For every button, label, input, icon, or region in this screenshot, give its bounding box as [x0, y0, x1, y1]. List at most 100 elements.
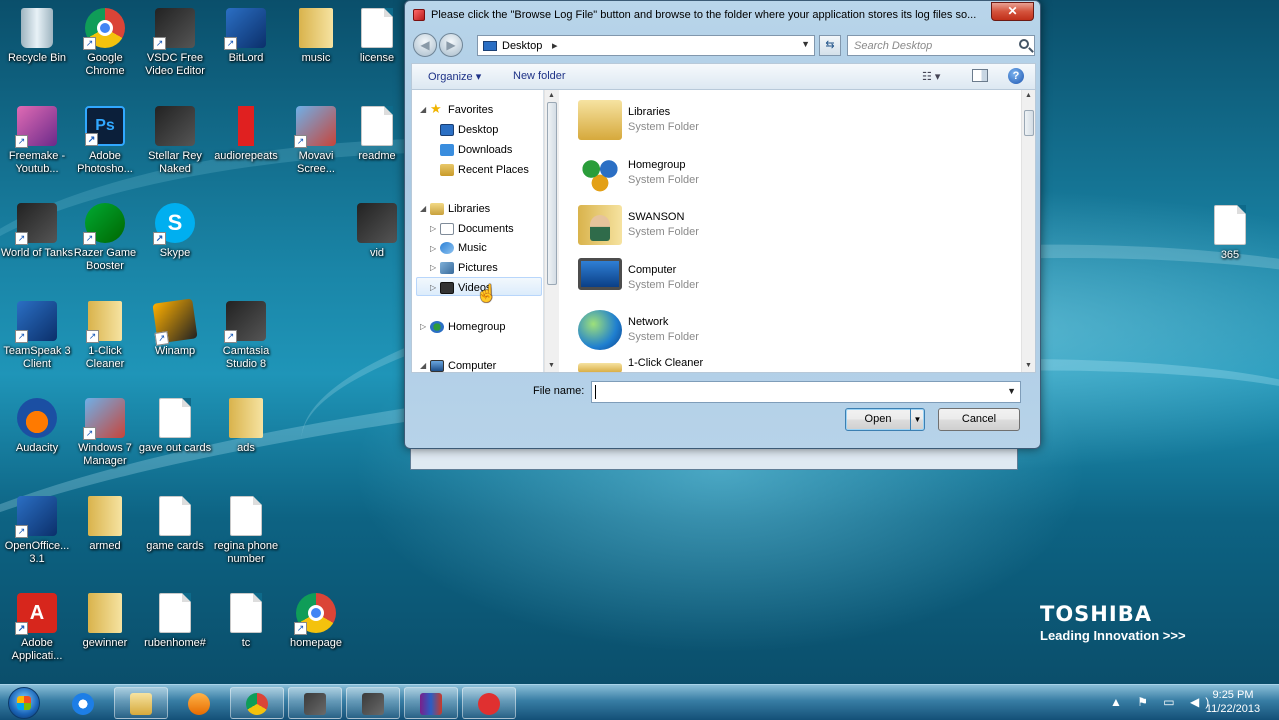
taskbar-app-explorer[interactable]	[114, 687, 168, 719]
search-input[interactable]: Search Desktop	[847, 35, 1035, 56]
movavi-icon	[294, 106, 336, 148]
desktop-icon-rubenhome[interactable]: rubenhome#	[138, 593, 212, 650]
system-tray[interactable]: ▲ ⚑ ▭ ◀)	[1110, 695, 1215, 709]
taskbar-app-chrome[interactable]	[230, 687, 284, 719]
desktop-icon-music[interactable]: music	[279, 8, 353, 65]
tree-item-desktop[interactable]: Desktop	[458, 124, 498, 136]
start-button[interactable]	[8, 687, 40, 719]
chevron-down-icon[interactable]: ▼	[801, 39, 810, 49]
desktop-icon-license[interactable]: license	[349, 8, 405, 65]
taskbar-app-camtasia[interactable]	[288, 687, 342, 719]
desktop-icon-razer[interactable]: Razer Game Booster	[68, 203, 142, 273]
scroll-thumb[interactable]	[1024, 110, 1034, 136]
taskbar-app-media-player[interactable]	[172, 687, 226, 719]
desktop-icon-adobe-application[interactable]: AAdobe Applicati...	[0, 593, 74, 663]
clock[interactable]: 9:25 PM 11/22/2013	[1203, 688, 1263, 716]
desktop-icon-vid[interactable]: vid	[349, 203, 405, 260]
chevron-down-icon[interactable]: ▼	[1007, 386, 1016, 396]
refresh-button[interactable]: ⇆	[819, 35, 841, 56]
address-breadcrumb[interactable]: Desktop	[502, 40, 542, 52]
desktop-icon-1-click-cleaner[interactable]: 1-Click Cleaner	[68, 301, 142, 371]
desktop-icon-homepage[interactable]: homepage	[279, 593, 353, 650]
expand-arrow-icon[interactable]: ◢	[420, 204, 426, 213]
desktop-icon-photoshop[interactable]: Ps Adobe Photosho...	[68, 106, 142, 176]
cancel-button[interactable]: Cancel	[938, 408, 1020, 431]
tree-item-computer[interactable]: Computer	[448, 360, 496, 372]
address-bar[interactable]: Desktop ▸ ▼	[477, 35, 815, 56]
desktop-icon-vsdc[interactable]: VSDC Free Video Editor	[138, 8, 212, 78]
desktop-icon-camtasia[interactable]: Camtasia Studio 8	[209, 301, 283, 371]
recycle-bin-icon	[21, 8, 53, 48]
desktop-icon-recycle-bin[interactable]: Recycle Bin	[0, 8, 74, 65]
taskbar-app-internet-explorer[interactable]	[56, 687, 110, 719]
taskbar-app-winrar[interactable]	[404, 687, 458, 719]
tree-item-homegroup[interactable]: Homegroup	[448, 321, 505, 333]
desktop-icon-freemake[interactable]: Freemake - Youtub...	[0, 106, 74, 176]
dialog-titlebar[interactable]: Please click the "Browse Log File" butto…	[405, 1, 1040, 29]
desktop-icon-audacity[interactable]: Audacity	[0, 398, 74, 455]
open-button[interactable]: Open ▼	[845, 408, 925, 431]
close-button[interactable]: ✕	[991, 2, 1034, 21]
navigation-scrollbar[interactable]: ▲ ▼	[544, 90, 559, 372]
scroll-up-icon[interactable]: ▲	[548, 92, 555, 99]
desktop-icon-armed[interactable]: armed	[68, 496, 142, 553]
scroll-down-icon[interactable]: ▼	[1025, 362, 1032, 369]
scroll-up-icon[interactable]: ▲	[1025, 92, 1032, 99]
help-icon[interactable]: ?	[1008, 68, 1024, 84]
tree-item-favorites[interactable]: Favorites	[448, 104, 493, 116]
collapse-arrow-icon[interactable]: ▷	[420, 322, 426, 331]
chevron-right-icon[interactable]: ▸	[552, 39, 558, 52]
forward-button[interactable]: ▶	[439, 33, 463, 57]
file-list-scrollbar[interactable]: ▲ ▼	[1021, 90, 1035, 372]
tree-item-pictures[interactable]: Pictures	[458, 262, 498, 274]
collapse-arrow-icon[interactable]: ▷	[430, 244, 436, 253]
desktop-icon-ads[interactable]: ads	[209, 398, 283, 455]
desktop-icon-regina-phone-number[interactable]: regina phone number	[209, 496, 283, 566]
change-view-button[interactable]: ☷ ▾	[922, 70, 940, 83]
file-item-homegroup[interactable]: Homegroup System Folder	[578, 149, 778, 197]
desktop-icon-stellar[interactable]: Stellar Rey Naked	[138, 106, 212, 176]
desktop-icon-chrome[interactable]: Google Chrome	[68, 8, 142, 78]
file-item-libraries[interactable]: Libraries System Folder	[578, 96, 778, 144]
desktop-icon-win7-manager[interactable]: Windows 7 Manager	[68, 398, 142, 468]
open-dropdown-icon[interactable]: ▼	[910, 409, 924, 430]
tree-item-libraries[interactable]: Libraries	[448, 203, 490, 215]
desktop-icon-openoffice[interactable]: OpenOffice... 3.1	[0, 496, 74, 566]
file-item-computer[interactable]: Computer System Folder	[578, 254, 778, 302]
expand-arrow-icon[interactable]: ◢	[420, 361, 426, 370]
collapse-arrow-icon[interactable]: ▷	[430, 224, 436, 233]
desktop-icon-gewinner[interactable]: gewinner	[68, 593, 142, 650]
expand-arrow-icon[interactable]: ◢	[420, 105, 426, 114]
scroll-thumb[interactable]	[547, 102, 557, 285]
scroll-down-icon[interactable]: ▼	[548, 362, 555, 369]
tree-item-music[interactable]: Music	[458, 242, 487, 254]
desktop-icon-tc[interactable]: tc	[209, 593, 283, 650]
preview-pane-icon[interactable]	[972, 69, 988, 82]
desktop-icon-game-cards[interactable]: game cards	[138, 496, 212, 553]
folder-icon	[88, 593, 122, 633]
collapse-arrow-icon[interactable]: ▷	[430, 283, 436, 292]
collapse-arrow-icon[interactable]: ▷	[430, 263, 436, 272]
desktop-icon-skype[interactable]: S Skype	[138, 203, 212, 260]
desktop-icon-movavi[interactable]: Movavi Scree...	[279, 106, 353, 176]
back-button[interactable]: ◀	[413, 33, 437, 57]
file-item-swanson[interactable]: SWANSON System Folder	[578, 201, 778, 249]
tree-item-documents[interactable]: Documents	[458, 223, 514, 235]
new-folder-button[interactable]: New folder	[513, 70, 566, 82]
taskbar-app-active[interactable]	[462, 687, 516, 719]
tree-item-recent-places[interactable]: Recent Places	[458, 164, 529, 176]
file-name-input[interactable]: ▼	[591, 381, 1021, 403]
desktop-icon-winamp[interactable]: Winamp	[138, 298, 212, 358]
organize-menu[interactable]: Organize ▾	[428, 70, 481, 83]
desktop-icon-gave-out-cards[interactable]: gave out cards	[138, 398, 212, 455]
tree-item-downloads[interactable]: Downloads	[458, 144, 512, 156]
file-item-network[interactable]: Network System Folder	[578, 306, 778, 354]
desktop-icon-audiorepeats[interactable]: audiorepeats	[209, 106, 283, 163]
desktop-icon-bitlord[interactable]: BitLord	[209, 8, 283, 65]
desktop-icon-365[interactable]: 365	[1193, 205, 1267, 262]
file-item-1-click-cleaner[interactable]: 1-Click Cleaner	[578, 351, 778, 372]
desktop-icon-readme[interactable]: readme	[349, 106, 405, 163]
taskbar-app-camtasia-recorder[interactable]	[346, 687, 400, 719]
desktop-icon-teamspeak[interactable]: TeamSpeak 3 Client	[0, 301, 74, 371]
desktop-icon-world-of-tanks[interactable]: World of Tanks	[0, 203, 74, 260]
